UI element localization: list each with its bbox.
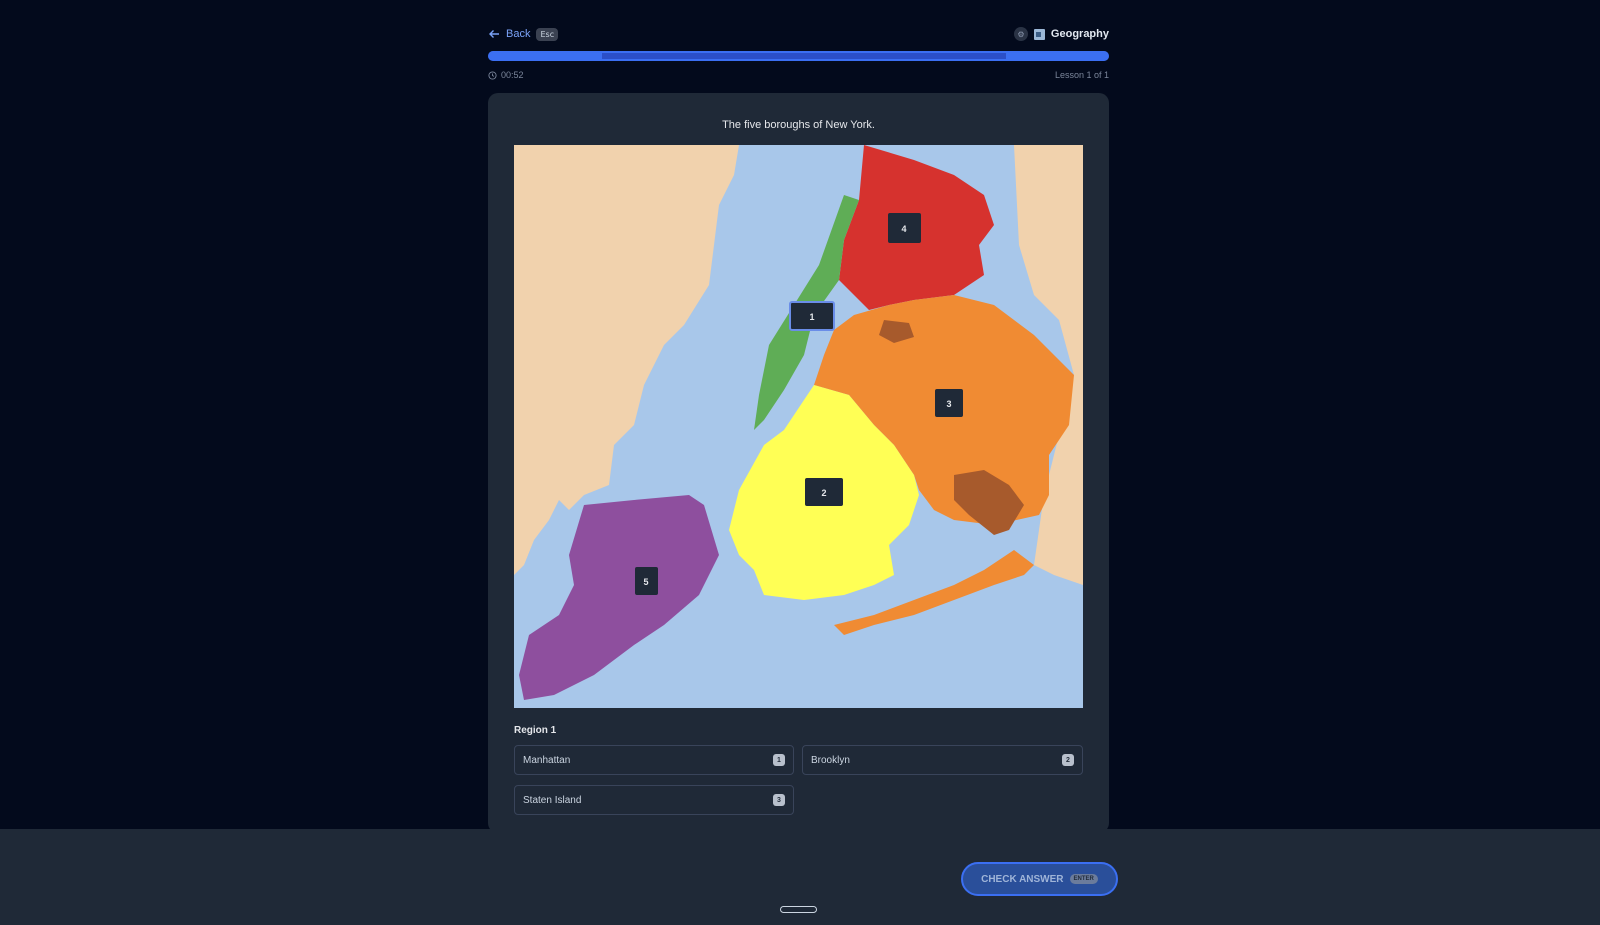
map-label-1-text: 1 [809, 312, 814, 322]
back-label: Back [506, 28, 531, 40]
option-key-hint: 3 [773, 794, 785, 806]
question-caption: The five boroughs of New York. [722, 119, 875, 131]
map-label-2-text: 2 [821, 488, 826, 498]
option-key-hint: 1 [773, 754, 785, 766]
check-answer-label: CHECK ANSWER [981, 873, 1064, 885]
top-bar: Back Esc ⚙ Geography [488, 24, 1109, 44]
esc-key-hint: Esc [536, 27, 559, 41]
option-manhattan[interactable]: Manhattan 1 [514, 745, 794, 775]
check-answer-button[interactable]: CHECK ANSWER ENTER [961, 862, 1118, 896]
subject-title: Geography [1050, 28, 1109, 40]
option-label: Manhattan [523, 754, 571, 766]
lesson-meta: 00:52 Lesson 1 of 1 [488, 70, 1109, 80]
map-label-5[interactable]: 5 [635, 567, 658, 595]
clock-icon [488, 70, 497, 80]
map-label-5-text: 5 [643, 577, 648, 587]
timer-value: 00:52 [501, 70, 524, 80]
boroughs-map: 1 2 3 4 5 [514, 145, 1083, 708]
map-label-3[interactable]: 3 [935, 389, 963, 417]
map-label-4[interactable]: 4 [888, 213, 921, 243]
lesson-progress-bar [488, 51, 1109, 61]
map-label-2[interactable]: 2 [805, 478, 843, 506]
progress-segment [602, 53, 1006, 59]
drawer-handle[interactable] [780, 906, 817, 913]
map-icon [1033, 28, 1045, 40]
subject-indicator: ⚙ Geography [1013, 27, 1109, 41]
arrow-left-icon [489, 30, 499, 38]
lesson-counter: Lesson 1 of 1 [1054, 70, 1109, 80]
map-label-3-text: 3 [946, 399, 951, 409]
option-key-hint: 2 [1062, 754, 1074, 766]
timer: 00:52 [488, 70, 524, 80]
option-staten-island[interactable]: Staten Island 3 [514, 785, 794, 815]
option-label: Brooklyn [811, 754, 850, 766]
option-label: Staten Island [523, 794, 582, 806]
question-card: The five boroughs of New York. 1 2 3 4 5… [488, 93, 1109, 833]
settings-icon[interactable]: ⚙ [1013, 27, 1028, 41]
map-label-1[interactable]: 1 [789, 301, 835, 331]
back-button[interactable]: Back Esc [488, 27, 559, 41]
option-brooklyn[interactable]: Brooklyn 2 [802, 745, 1083, 775]
region-prompt: Region 1 [514, 725, 557, 736]
staten-island-region [519, 495, 719, 700]
enter-key-hint: ENTER [1069, 874, 1098, 884]
map-label-4-text: 4 [901, 224, 906, 234]
